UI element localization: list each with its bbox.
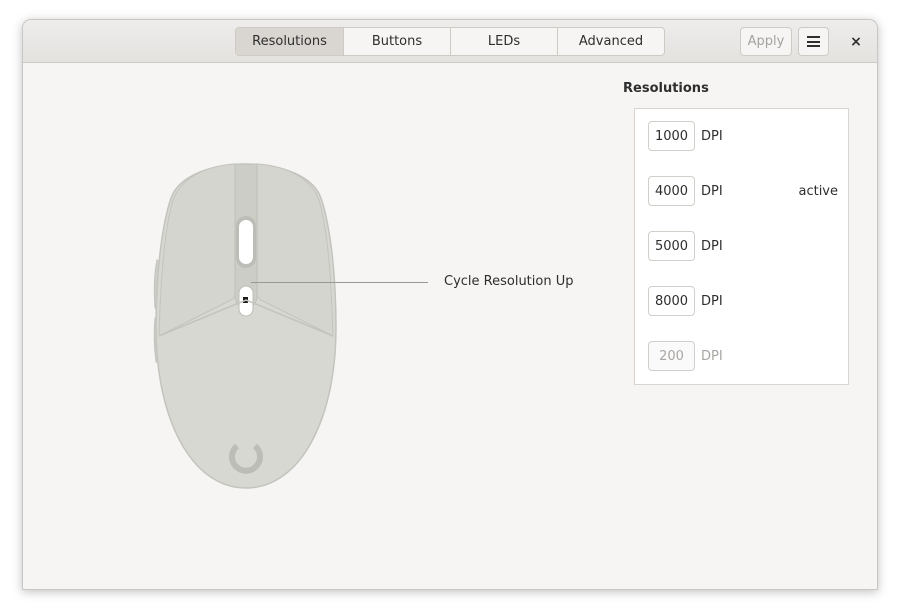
resolutions-list: 1000 DPI 4000 DPI active 5000 DPI 8000 D… [634, 108, 849, 385]
dpi-unit-label: DPI [701, 348, 723, 364]
dpi-value-field[interactable]: 5000 [648, 231, 695, 261]
tab-leds[interactable]: LEDs [450, 28, 557, 55]
mouse-drawing [153, 163, 337, 489]
apply-button[interactable]: Apply [740, 27, 792, 56]
dpi-unit-label: DPI [701, 293, 723, 309]
header-bar: Resolutions Buttons LEDs Advanced Apply … [23, 20, 877, 63]
tab-resolutions[interactable]: Resolutions [236, 28, 343, 55]
resolutions-title: Resolutions [623, 81, 709, 96]
dpi-value-field[interactable]: 8000 [648, 286, 695, 316]
dpi-unit-label: DPI [701, 238, 723, 254]
dpi-value-field[interactable]: 1000 [648, 121, 695, 151]
app-window: Resolutions Buttons LEDs Advanced Apply … [22, 19, 878, 590]
button-callout-label: Cycle Resolution Up [444, 274, 574, 289]
mouse-illustration [151, 158, 341, 502]
resolution-row[interactable]: 5000 DPI [648, 231, 838, 261]
resolution-row[interactable]: 8000 DPI [648, 286, 838, 316]
callout-line [251, 282, 428, 283]
close-button[interactable]: × [845, 31, 867, 53]
active-status-label: active [798, 183, 838, 199]
dpi-unit-label: DPI [701, 183, 723, 199]
resolution-row-disabled[interactable]: 200 DPI [648, 341, 838, 371]
dpi-value-field[interactable]: 200 [648, 341, 695, 371]
tab-bar: Resolutions Buttons LEDs Advanced [235, 27, 665, 56]
dpi-unit-label: DPI [701, 128, 723, 144]
tab-advanced[interactable]: Advanced [557, 28, 664, 55]
resolution-row[interactable]: 1000 DPI [648, 121, 838, 151]
resolution-row[interactable]: 4000 DPI active [648, 176, 838, 206]
dpi-value-field[interactable]: 4000 [648, 176, 695, 206]
tab-buttons[interactable]: Buttons [343, 28, 450, 55]
hamburger-menu-icon [807, 36, 820, 47]
menu-button[interactable] [798, 27, 829, 56]
